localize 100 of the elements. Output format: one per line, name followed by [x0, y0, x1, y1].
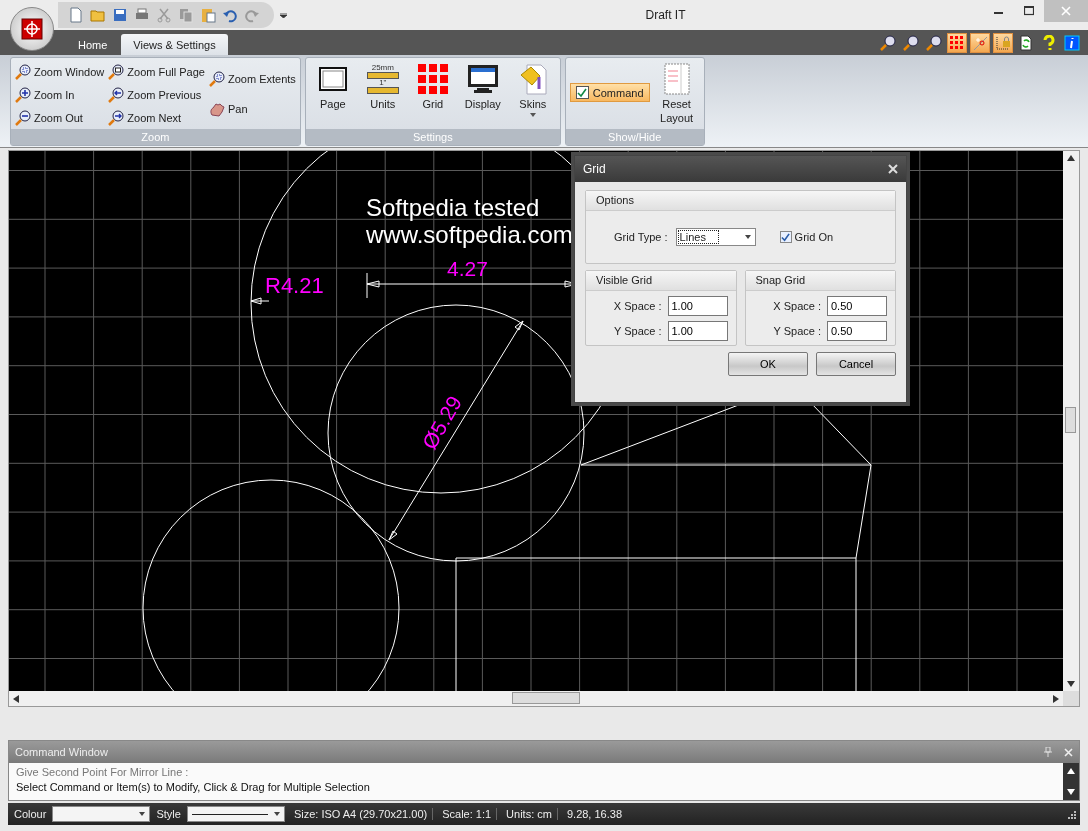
new-icon[interactable] — [68, 7, 84, 23]
check-icon — [781, 232, 791, 242]
ribbon-tab[interactable]: Home — [66, 34, 120, 55]
magnifier-icon — [108, 110, 125, 126]
grid-icon — [416, 63, 449, 95]
field-label: Grid Type : — [614, 231, 668, 243]
ribbon-button[interactable]: Zoom Previous — [108, 85, 205, 105]
scroll-left-icon[interactable] — [13, 694, 19, 703]
group-title: Zoom — [11, 129, 300, 145]
drawing-text: Softpedia tested — [366, 194, 540, 221]
dimension-label: 4.27 — [447, 257, 488, 280]
group-title: Options — [586, 191, 895, 211]
close-icon[interactable] — [1064, 747, 1073, 757]
ribbon-large-button[interactable]: Page — [309, 59, 356, 128]
scroll-thumb[interactable] — [512, 692, 580, 704]
magnifier-icon — [108, 87, 125, 103]
dialog-title: Grid — [583, 162, 606, 176]
x-space-input[interactable]: 1.00 — [667, 296, 728, 316]
horizontal-scrollbar[interactable] — [9, 691, 1063, 706]
ribbon-large-button[interactable]: Reset Layout — [653, 59, 700, 128]
ribbon-button[interactable]: Zoom Out — [15, 108, 105, 128]
status-text: Units: cm — [501, 808, 558, 820]
status-text: Scale: 1:1 — [437, 808, 498, 820]
field-label: Y Space : — [773, 325, 821, 337]
grid-icon[interactable] — [947, 32, 967, 53]
scroll-down-icon[interactable] — [1067, 681, 1075, 687]
lock-icon[interactable] — [993, 32, 1013, 53]
close-icon — [1061, 6, 1071, 16]
field-label: X Space : — [773, 300, 821, 312]
line-style-dropdown[interactable] — [186, 806, 285, 822]
paint-bucket-icon — [518, 63, 547, 95]
page-icon — [317, 66, 348, 92]
snap-icon[interactable] — [970, 32, 990, 53]
customize-dropdown-icon[interactable] — [280, 12, 287, 18]
scroll-right-icon[interactable] — [1053, 694, 1059, 703]
field-label: Y Space : — [614, 325, 662, 337]
colour-dropdown[interactable] — [52, 806, 151, 822]
undo-icon[interactable] — [222, 7, 238, 23]
scroll-up-icon[interactable] — [1067, 155, 1075, 161]
field-label: X Space : — [613, 300, 662, 312]
panel-title: Command Window — [15, 746, 108, 758]
ok-button[interactable]: OK — [728, 352, 808, 376]
crosshair-logo-icon — [20, 17, 44, 41]
command-toggle[interactable]: Command — [569, 83, 650, 102]
ribbon-button[interactable]: Zoom Full Page — [108, 62, 205, 82]
save-icon[interactable] — [112, 7, 128, 23]
vertical-scrollbar[interactable] — [1063, 151, 1079, 691]
ribbon-tab[interactable]: Views & Settings — [121, 34, 228, 55]
x-space-input[interactable]: 0.50 — [827, 296, 887, 316]
magnifier-icon — [15, 110, 31, 126]
magnifier-icon — [15, 64, 31, 80]
ribbon-large-button[interactable]: Skins — [509, 59, 556, 128]
drawing-text: www.softpedia.com — [366, 221, 573, 248]
ribbon-large-button[interactable]: Grid — [409, 59, 456, 128]
caret-icon — [744, 235, 751, 239]
grid-type-dropdown[interactable]: Lines — [675, 228, 756, 246]
status-label: Style — [155, 808, 182, 820]
status-text: Size: ISO A4 (29.70x21.00) — [288, 808, 434, 820]
maximize-icon — [1024, 6, 1034, 16]
command-line-text: Give Second Point For Mirror Line : — [16, 766, 190, 778]
close-icon[interactable] — [888, 164, 898, 174]
zoom-page-icon[interactable] — [901, 32, 921, 53]
ribbon-button[interactable]: Pan — [208, 98, 296, 119]
paste-icon[interactable] — [200, 7, 216, 23]
window-title: Draft IT — [644, 8, 687, 22]
magnifier-icon — [108, 64, 125, 80]
ribbon-button[interactable]: Zoom Next — [108, 108, 205, 128]
layout-page-icon — [662, 62, 691, 96]
group-title: Settings — [305, 129, 560, 145]
ribbon-button[interactable]: Zoom Extents — [208, 68, 296, 89]
resize-grip-icon[interactable] — [1066, 809, 1076, 819]
pin-icon[interactable] — [1044, 747, 1052, 757]
zoom-window-icon[interactable] — [878, 32, 898, 53]
group-title: Show/Hide — [565, 129, 704, 145]
status-label: Colour — [13, 808, 48, 820]
status-text: 9.28, 16.38 — [565, 808, 623, 820]
y-space-input[interactable]: 0.50 — [827, 321, 887, 341]
ribbon-large-button[interactable]: 25mm 1" Units — [359, 59, 406, 128]
caret-icon — [139, 812, 146, 816]
cancel-button[interactable]: Cancel — [816, 352, 896, 376]
scroll-up-icon[interactable] — [1067, 768, 1075, 774]
group-title: Snap Grid — [745, 271, 895, 291]
zoom-extents-icon[interactable] — [924, 32, 944, 53]
vertical-scrollbar[interactable] — [1063, 763, 1079, 800]
dimension-label: R4.21 — [265, 273, 324, 298]
application-menu-button[interactable] — [10, 7, 54, 51]
ribbon-large-button[interactable]: Display — [459, 59, 506, 128]
ribbon-button[interactable]: Zoom In — [15, 85, 105, 105]
caret-icon — [273, 812, 280, 816]
grid-on-checkbox[interactable]: Grid On — [779, 231, 834, 243]
y-space-input[interactable]: 1.00 — [667, 321, 728, 341]
dimension-arrow — [250, 297, 270, 305]
magnifier-icon — [15, 87, 31, 103]
scroll-thumb[interactable] — [1065, 407, 1076, 433]
command-line-text: Select Command or Item(s) to Modify, Click & Drag for Multiple Selection — [16, 781, 371, 793]
check-icon — [577, 87, 588, 98]
magnifier-icon — [208, 70, 225, 87]
scroll-down-icon[interactable] — [1067, 789, 1075, 795]
info-icon[interactable] — [1062, 32, 1082, 53]
ribbon-button[interactable]: Zoom Window — [15, 62, 105, 82]
